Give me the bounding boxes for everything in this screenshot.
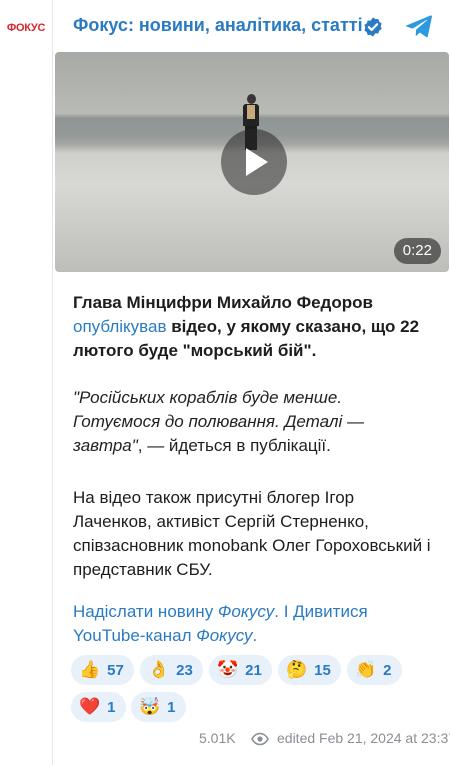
reaction-exploding-head[interactable]: 🤯 1 bbox=[131, 692, 186, 722]
reaction-heart[interactable]: ❤️ 1 bbox=[71, 692, 126, 722]
message-header: Фокус: новини, аналітика, статті bbox=[53, 0, 450, 52]
exploding-head-icon: 🤯 bbox=[139, 697, 161, 717]
reaction-ok-hand[interactable]: 👌 23 bbox=[140, 655, 203, 685]
avatar-logo-text: ФОКУС bbox=[6, 22, 46, 34]
ok-hand-icon: 👌 bbox=[148, 660, 170, 680]
reaction-count: 1 bbox=[167, 698, 176, 716]
reaction-count: 15 bbox=[314, 661, 331, 679]
link-text: . bbox=[252, 626, 258, 645]
clown-face-icon: 🤡 bbox=[217, 660, 239, 680]
video-duration: 0:22 bbox=[393, 238, 441, 264]
link-separator: І bbox=[278, 602, 294, 621]
reaction-count: 57 bbox=[107, 661, 124, 679]
heart-icon: ❤️ bbox=[79, 697, 101, 717]
reaction-count: 2 bbox=[383, 661, 392, 679]
reaction-clapping[interactable]: 👏 2 bbox=[347, 655, 402, 685]
message-footer: 5.01K edited Feb 21, 2024 at 23:37 bbox=[153, 730, 450, 750]
reaction-thinking[interactable]: 🤔 15 bbox=[278, 655, 341, 685]
published-link[interactable]: опублікував bbox=[73, 317, 166, 336]
link-text-italic: Фокусу bbox=[196, 626, 253, 645]
post-paragraph-1: Глава Мінцифри Михайло Федоров опублікув… bbox=[73, 291, 433, 363]
reaction-count: 21 bbox=[245, 661, 262, 679]
send-news-link[interactable]: Надіслати новину Фокусу. bbox=[73, 602, 279, 621]
post-paragraph-3: На відео також присутні блогер Ігор Лаче… bbox=[73, 488, 431, 579]
edited-timestamp: edited Feb 21, 2024 at 23:37 bbox=[277, 730, 450, 746]
link-text: Надіслати новину bbox=[73, 602, 218, 621]
reaction-count: 1 bbox=[107, 698, 116, 716]
message-card: Фокус: новини, аналітика, статті 0:22 Гл… bbox=[52, 0, 450, 765]
telegram-icon[interactable] bbox=[405, 12, 433, 40]
eye-icon bbox=[251, 732, 269, 746]
post-quote: "Російських кораблів буде менше. Готуємо… bbox=[73, 386, 433, 458]
channel-avatar[interactable]: ФОКУС bbox=[4, 6, 48, 50]
verified-badge-icon bbox=[364, 17, 382, 37]
video-player[interactable]: 0:22 bbox=[55, 52, 449, 272]
text-span: Глава Мінцифри Михайло Федоров bbox=[73, 293, 373, 312]
post-links: Надіслати новину Фокусу. І Дивитися YouT… bbox=[73, 600, 433, 648]
thinking-face-icon: 🤔 bbox=[286, 660, 308, 680]
thumbs-up-icon: 👍 bbox=[79, 660, 101, 680]
reaction-clown[interactable]: 🤡 21 bbox=[209, 655, 272, 685]
reaction-count: 23 bbox=[176, 661, 193, 679]
view-count: 5.01K bbox=[199, 730, 236, 746]
reaction-thumbs-up[interactable]: 👍 57 bbox=[71, 655, 134, 685]
play-icon[interactable] bbox=[221, 129, 287, 195]
clapping-hands-icon: 👏 bbox=[355, 660, 377, 680]
quote-attribution: , — йдеться в публікації. bbox=[137, 436, 331, 455]
channel-title[interactable]: Фокус: новини, аналітика, статті bbox=[73, 15, 363, 36]
link-text-italic: Фокусу bbox=[217, 602, 275, 621]
